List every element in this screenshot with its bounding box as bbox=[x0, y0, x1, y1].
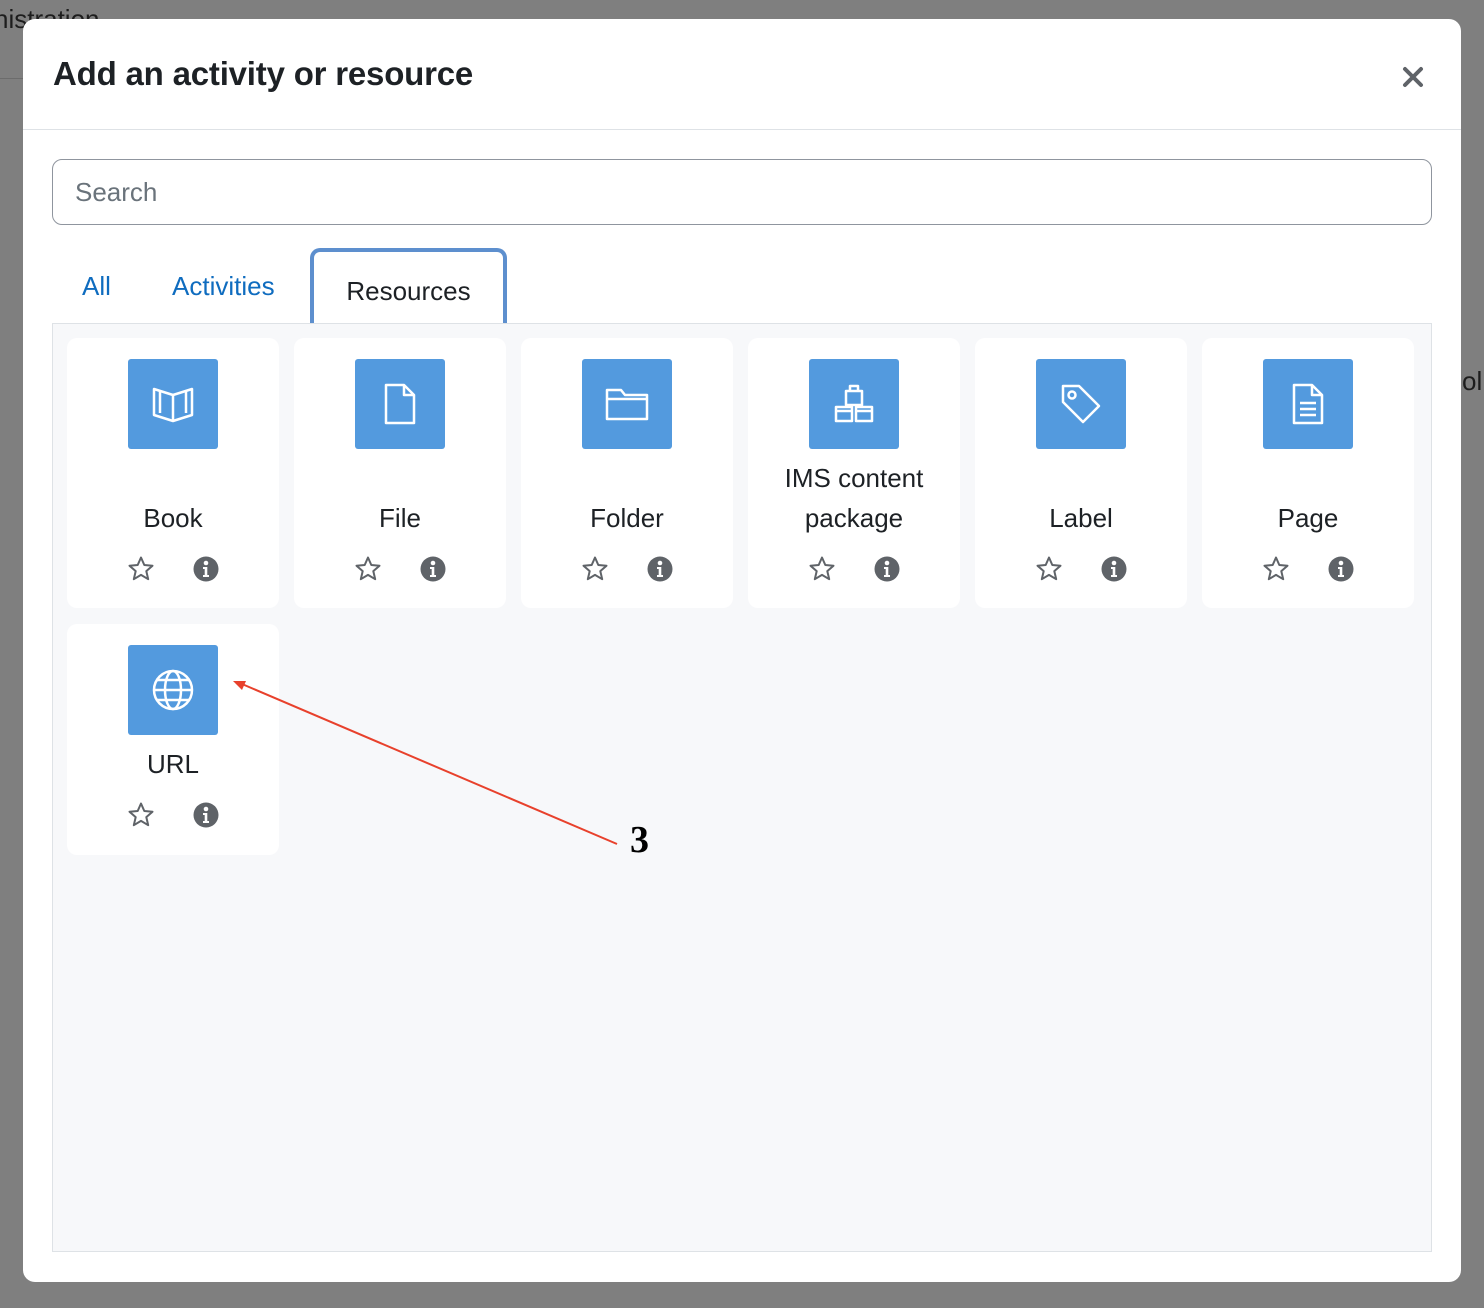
star-icon bbox=[128, 802, 154, 827]
info-button[interactable] bbox=[418, 554, 448, 584]
info-icon bbox=[193, 556, 219, 582]
tab-activities[interactable]: Activities bbox=[172, 248, 275, 324]
resource-card-folder[interactable]: Folder bbox=[521, 338, 733, 608]
book-icon bbox=[152, 387, 194, 423]
close-button[interactable] bbox=[1395, 59, 1431, 95]
modal-header: Add an activity or resource bbox=[23, 19, 1461, 130]
resource-card-file[interactable]: File bbox=[294, 338, 506, 608]
tab-all[interactable]: All bbox=[82, 248, 111, 324]
resource-card-book[interactable]: Book bbox=[67, 338, 279, 608]
info-icon bbox=[647, 556, 673, 582]
favourite-star-button[interactable] bbox=[580, 554, 610, 584]
favourite-star-button[interactable] bbox=[353, 554, 383, 584]
tab-resources[interactable]: Resources bbox=[310, 248, 507, 330]
resource-label: Page bbox=[1277, 503, 1339, 533]
info-icon bbox=[193, 802, 219, 828]
resource-label: IMS content bbox=[784, 463, 924, 493]
star-icon bbox=[1263, 556, 1289, 581]
resource-card-url[interactable]: URL bbox=[67, 624, 279, 855]
info-icon bbox=[1328, 556, 1354, 582]
info-icon bbox=[1101, 556, 1127, 582]
resource-card-ims-content-package[interactable]: IMS content package bbox=[748, 338, 960, 608]
info-button[interactable] bbox=[1326, 554, 1356, 584]
info-button[interactable] bbox=[1099, 554, 1129, 584]
star-icon bbox=[582, 556, 608, 581]
resource-label: Folder bbox=[590, 503, 664, 533]
file-icon bbox=[384, 383, 416, 425]
book-tile bbox=[128, 359, 218, 449]
resource-label-line2: package bbox=[804, 503, 904, 533]
star-icon bbox=[128, 556, 154, 581]
folder-tile bbox=[582, 359, 672, 449]
ims-package-tile bbox=[809, 359, 899, 449]
favourite-star-button[interactable] bbox=[807, 554, 837, 584]
resource-label: URL bbox=[146, 749, 199, 779]
globe-icon bbox=[152, 669, 194, 711]
label-tile bbox=[1036, 359, 1126, 449]
annotation-number: 3 bbox=[630, 819, 649, 861]
page-tile bbox=[1263, 359, 1353, 449]
page-document-icon bbox=[1292, 383, 1324, 425]
search-input[interactable] bbox=[52, 159, 1432, 225]
resource-label: Book bbox=[143, 503, 203, 533]
resource-label: Label bbox=[1049, 503, 1113, 533]
resources-panel: Book File Folder IMS content package Lab… bbox=[52, 323, 1432, 1252]
folder-icon bbox=[605, 388, 649, 421]
star-icon bbox=[1036, 556, 1062, 581]
activity-chooser-modal: Add an activity or resource All Activiti… bbox=[23, 19, 1461, 1282]
tag-icon bbox=[1061, 384, 1101, 424]
modal-title: Add an activity or resource bbox=[53, 55, 474, 92]
star-icon bbox=[809, 556, 835, 581]
info-icon bbox=[874, 556, 900, 582]
background-text-right: ol bbox=[1462, 366, 1483, 396]
file-tile bbox=[355, 359, 445, 449]
favourite-star-button[interactable] bbox=[1261, 554, 1291, 584]
package-boxes-icon bbox=[834, 384, 874, 423]
info-button[interactable] bbox=[645, 554, 675, 584]
star-icon bbox=[355, 556, 381, 581]
favourite-star-button[interactable] bbox=[126, 554, 156, 584]
resource-card-page[interactable]: Page bbox=[1202, 338, 1414, 608]
favourite-star-button[interactable] bbox=[126, 800, 156, 830]
info-icon bbox=[420, 556, 446, 582]
category-tabs: All Activities Resources bbox=[52, 248, 1432, 330]
favourite-star-button[interactable] bbox=[1034, 554, 1064, 584]
url-tile bbox=[128, 645, 218, 735]
resource-label: File bbox=[379, 503, 421, 533]
close-icon bbox=[1403, 67, 1423, 87]
resource-card-label[interactable]: Label bbox=[975, 338, 1187, 608]
info-button[interactable] bbox=[872, 554, 902, 584]
info-button[interactable] bbox=[191, 554, 221, 584]
info-button[interactable] bbox=[191, 800, 221, 830]
